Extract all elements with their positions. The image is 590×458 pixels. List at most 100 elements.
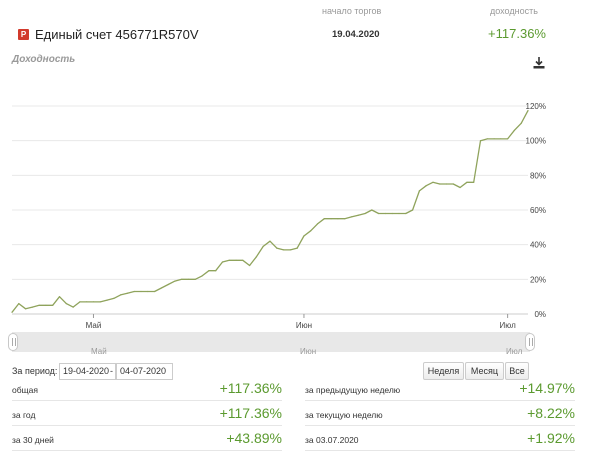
data-point[interactable] [330,218,332,220]
data-point[interactable] [31,306,33,308]
data-point[interactable] [357,214,359,216]
download-icon[interactable] [531,55,547,71]
data-point[interactable] [221,261,224,263]
data-point[interactable] [473,181,475,183]
data-point[interactable] [249,264,251,267]
data-point[interactable] [147,290,149,293]
data-point[interactable] [507,138,509,140]
stat-value: +8.22% [527,405,575,421]
data-point[interactable] [106,299,108,301]
data-point[interactable] [276,247,278,249]
stat-value: +117.36% [219,380,282,396]
data-point[interactable] [194,278,196,280]
data-point[interactable] [92,301,95,303]
navigator-label: Июн [300,347,317,356]
start-date-value: 19.04.2020 [332,29,380,40]
data-point[interactable] [289,249,291,251]
data-point[interactable] [160,287,162,289]
data-point[interactable] [208,270,210,272]
data-point[interactable] [154,290,156,293]
data-point[interactable] [500,138,502,140]
data-point[interactable] [126,292,128,294]
data-point[interactable] [486,138,488,140]
data-point[interactable] [65,303,67,305]
data-point[interactable] [201,275,203,277]
data-point[interactable] [384,212,386,215]
data-point[interactable] [72,306,74,308]
data-point[interactable] [364,212,366,215]
data-point[interactable] [113,297,115,299]
period-label: За период: [12,366,58,376]
data-point[interactable] [350,216,353,218]
data-point[interactable] [323,218,325,220]
data-point[interactable] [391,212,393,215]
data-point[interactable] [405,212,407,215]
data-point[interactable] [167,283,169,286]
range-navigator[interactable] [12,332,530,352]
data-point[interactable] [296,247,298,249]
data-point[interactable] [493,138,495,140]
data-point[interactable] [445,183,448,185]
data-point[interactable] [459,186,461,189]
navigator-label: Июл [506,347,523,356]
data-point[interactable] [520,122,522,124]
data-point[interactable] [58,296,61,298]
data-point[interactable] [25,308,27,310]
stat-label: за год [12,410,36,420]
data-point[interactable] [79,301,81,303]
data-point[interactable] [228,259,230,261]
data-point[interactable] [133,290,135,293]
data-point[interactable] [344,218,346,220]
data-point[interactable] [412,209,414,211]
data-point[interactable] [527,110,529,112]
data-point[interactable] [316,223,319,225]
data-point[interactable] [174,280,176,282]
data-point[interactable] [242,259,244,261]
data-point[interactable] [11,311,13,313]
data-point[interactable] [38,304,40,306]
data-point[interactable] [181,278,183,280]
data-point[interactable] [99,301,101,303]
data-point[interactable] [262,245,264,247]
data-point[interactable] [371,209,373,211]
range-handle-right[interactable] [525,333,535,351]
start-date-header: начало торгов [322,6,382,16]
data-point[interactable] [425,185,427,187]
navigator-label: Май [91,347,107,356]
stat-row-last-day: за 03.07.2020 +1.92% [305,428,575,451]
data-point[interactable] [452,183,454,185]
data-point[interactable] [303,235,305,237]
data-point[interactable] [283,249,285,251]
y-tick-label: 100% [526,137,546,146]
data-point[interactable] [235,259,237,261]
data-point[interactable] [418,190,420,192]
data-point[interactable] [187,278,190,280]
chart-title: Доходность [12,54,76,65]
stat-value: +14.97% [519,380,575,396]
stat-value: +43.89% [226,430,282,446]
data-point[interactable] [378,212,380,215]
x-tick-label: Июн [296,321,312,330]
range-handle-left[interactable] [8,333,18,351]
stat-row-total: общая +117.36% [12,378,282,401]
total-yield-value: +117.36% [488,26,546,41]
data-point[interactable] [255,256,257,258]
data-point[interactable] [52,304,54,306]
data-point[interactable] [140,290,142,293]
data-point[interactable] [86,301,88,303]
stat-value: +117.36% [219,405,282,421]
data-point[interactable] [466,181,468,183]
data-point[interactable] [120,294,122,296]
data-point[interactable] [310,230,312,232]
data-point[interactable] [513,129,516,131]
data-point[interactable] [269,240,271,242]
data-point[interactable] [479,140,482,142]
data-point[interactable] [18,303,20,305]
account-name: Единый счет 456771R570V [35,27,199,42]
data-point[interactable] [215,270,217,272]
data-point[interactable] [439,183,441,185]
data-point[interactable] [337,218,339,220]
data-point[interactable] [398,212,400,215]
data-point[interactable] [45,304,47,306]
data-point[interactable] [432,181,434,183]
